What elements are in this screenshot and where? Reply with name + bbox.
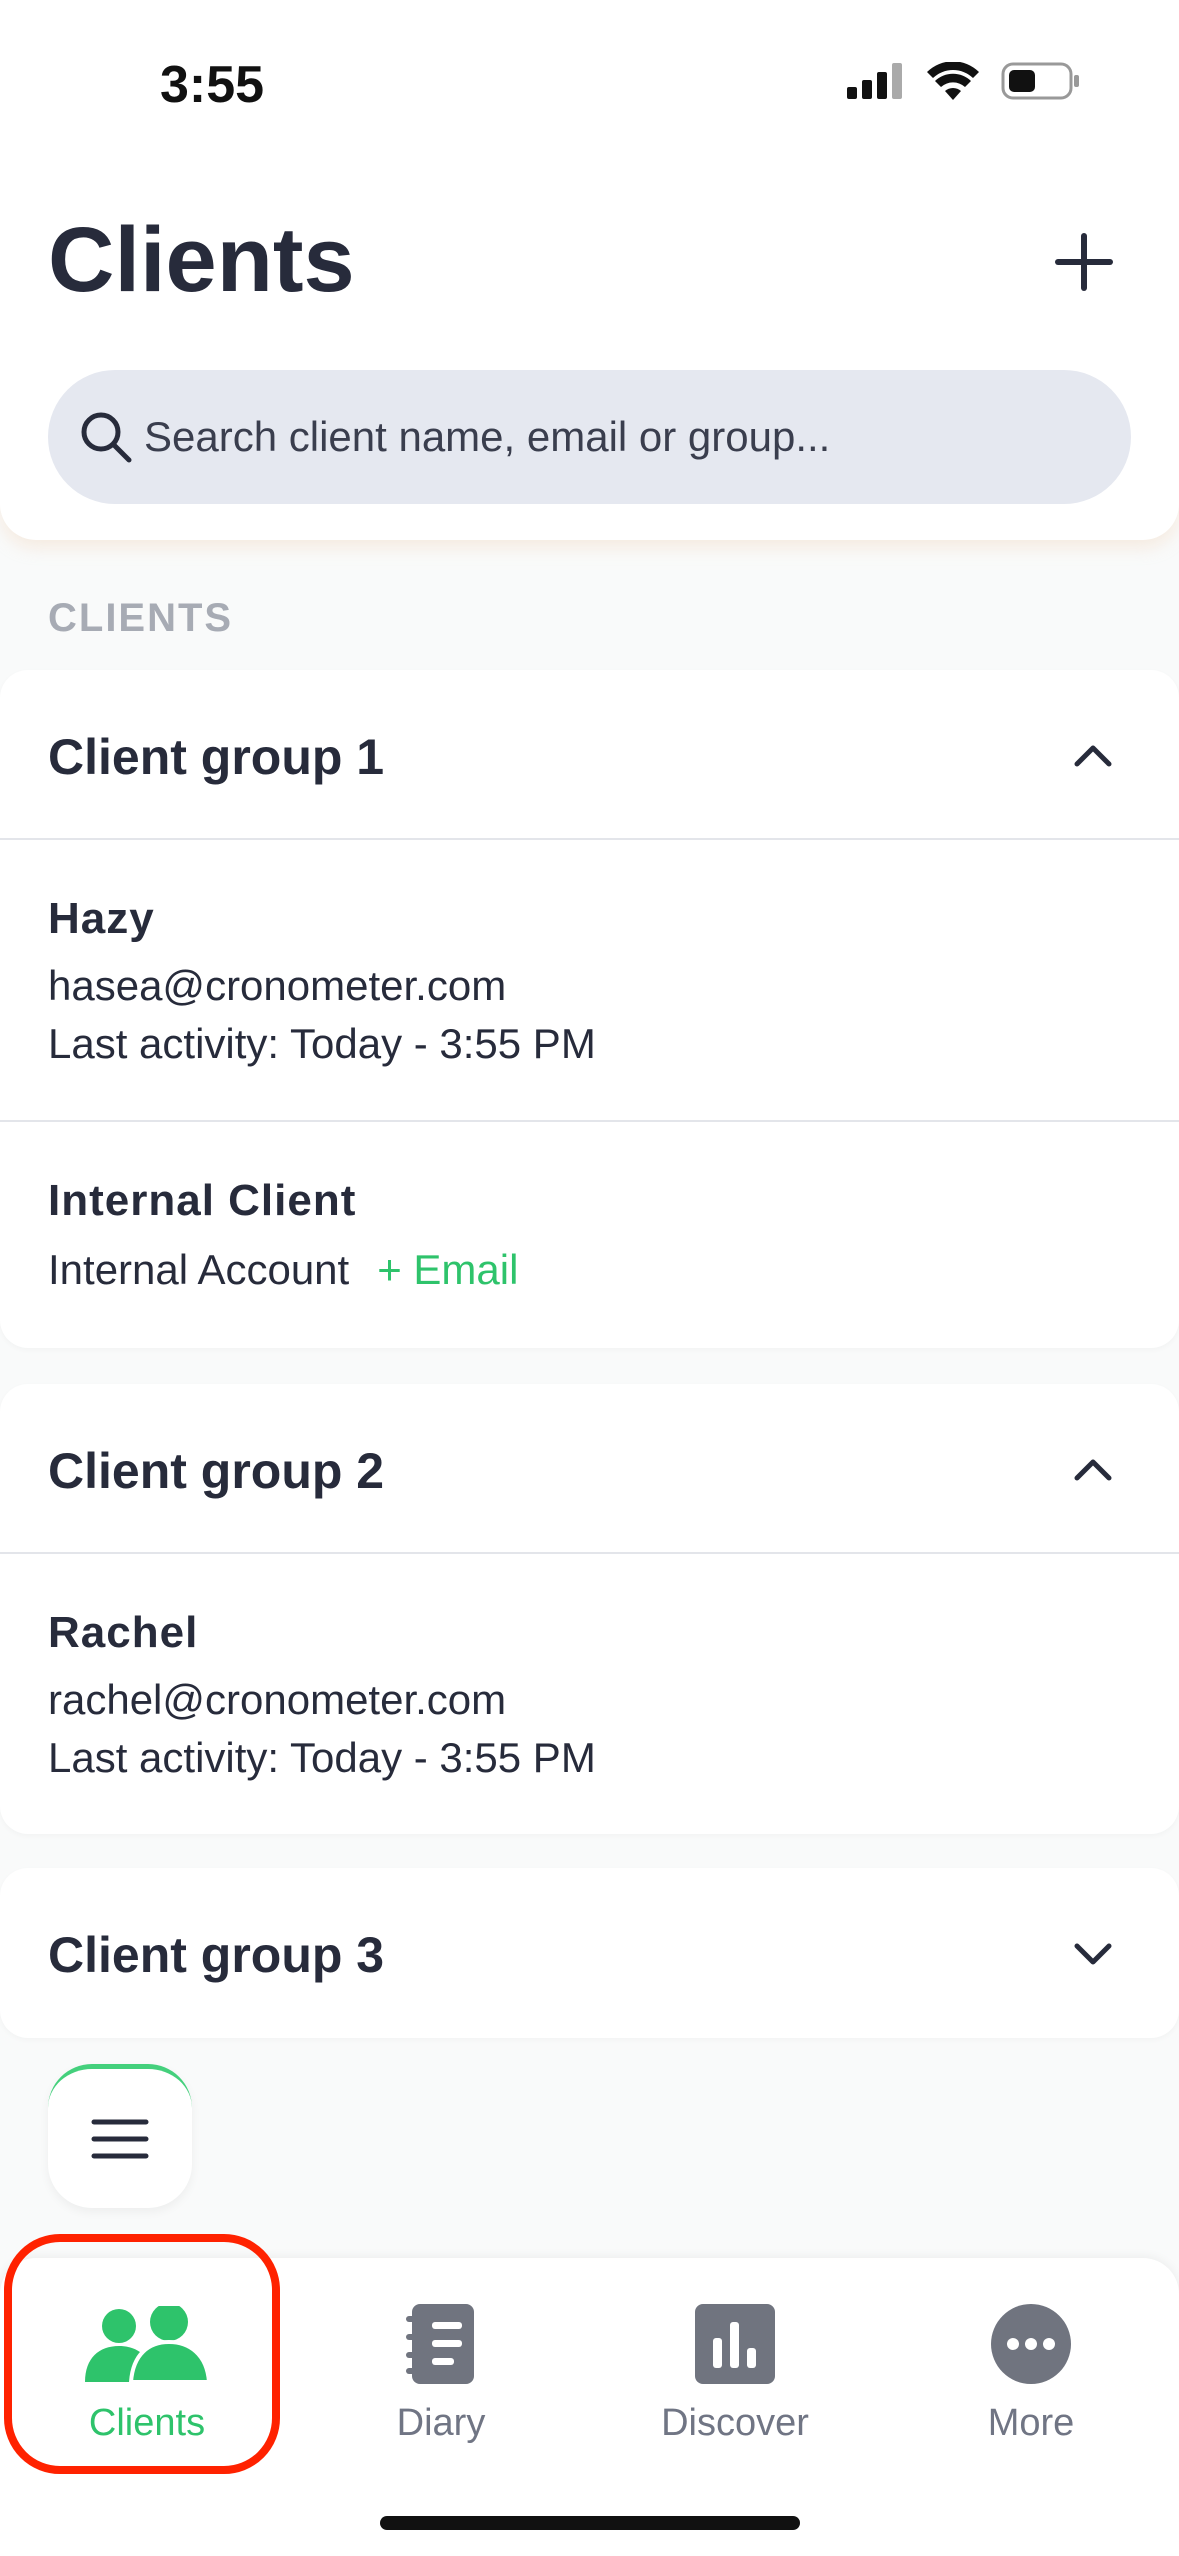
notebook-icon — [406, 2288, 476, 2384]
chevron-up-icon[interactable] — [1069, 732, 1117, 780]
client-last-activity: Last activity: Today - 3:55 PM — [48, 1020, 596, 1067]
tab-label: Discover — [661, 2402, 809, 2444]
search-bar[interactable] — [48, 370, 1131, 504]
group-header[interactable]: Client group 2 — [0, 1384, 1179, 1554]
plus-icon — [1055, 233, 1113, 291]
group-title: Client group 2 — [48, 1443, 385, 1499]
group-header[interactable]: Client group 1 — [0, 670, 1179, 840]
client-name: Rachel — [48, 1608, 199, 1657]
chevron-down-icon[interactable] — [1069, 1930, 1117, 1978]
add-email-link[interactable]: + Email — [377, 1246, 518, 1293]
tab-label: Diary — [396, 2402, 486, 2444]
client-email: hasea@cronometer.com — [48, 962, 507, 1009]
client-group-card: Client group 1 Hazy hasea@cronometer.com… — [0, 670, 1179, 1348]
home-indicator — [380, 2516, 800, 2530]
status-icons — [847, 62, 1081, 100]
tab-label: Clients — [88, 2402, 206, 2444]
search-input[interactable] — [144, 413, 1094, 461]
tab-more[interactable]: More — [884, 2288, 1178, 2468]
tab-diary[interactable]: Diary — [294, 2288, 588, 2468]
client-account-line: Internal Account + Email — [48, 1246, 518, 1294]
status-bar: 3:55 — [0, 0, 1179, 150]
group-title: Client group 1 — [48, 729, 385, 785]
group-title: Client group 3 — [48, 1927, 385, 1983]
client-name: Hazy — [48, 894, 155, 943]
tab-clients[interactable]: Clients — [0, 2288, 294, 2468]
menu-fab-button[interactable] — [48, 2064, 192, 2208]
client-last-activity: Last activity: Today - 3:55 PM — [48, 1734, 596, 1781]
client-row[interactable]: Internal Client Internal Account + Email — [0, 1122, 1179, 1344]
client-group-card: Client group 2 Rachel rachel@cronometer.… — [0, 1384, 1179, 1834]
page-title: Clients — [48, 209, 355, 311]
tab-discover[interactable]: Discover — [588, 2288, 882, 2468]
client-row[interactable]: Hazy hasea@cronometer.com Last activity:… — [0, 840, 1179, 1122]
client-group-card: Client group 3 — [0, 1868, 1179, 2038]
client-row[interactable]: Rachel rachel@cronometer.com Last activi… — [0, 1554, 1179, 1834]
client-name: Internal Client — [48, 1176, 357, 1225]
signal-icon — [847, 63, 902, 99]
status-time: 3:55 — [160, 56, 265, 114]
search-icon — [81, 412, 132, 463]
tab-label: More — [987, 2402, 1075, 2444]
more-dots-icon — [991, 2288, 1071, 2384]
section-label: CLIENTS — [48, 596, 234, 640]
tab-bar: Clients Diary Discover More — [0, 2258, 1179, 2556]
group-header[interactable]: Client group 3 — [0, 1868, 1179, 2038]
client-email: rachel@cronometer.com — [48, 1676, 507, 1723]
people-icon — [85, 2288, 209, 2384]
battery-icon — [1001, 62, 1079, 100]
wifi-icon — [927, 62, 979, 100]
bar-chart-icon — [695, 2288, 775, 2384]
hamburger-menu-icon — [91, 2119, 149, 2158]
chevron-up-icon[interactable] — [1069, 1446, 1117, 1494]
client-account: Internal Account — [48, 1246, 350, 1293]
add-client-button[interactable] — [1044, 222, 1124, 302]
